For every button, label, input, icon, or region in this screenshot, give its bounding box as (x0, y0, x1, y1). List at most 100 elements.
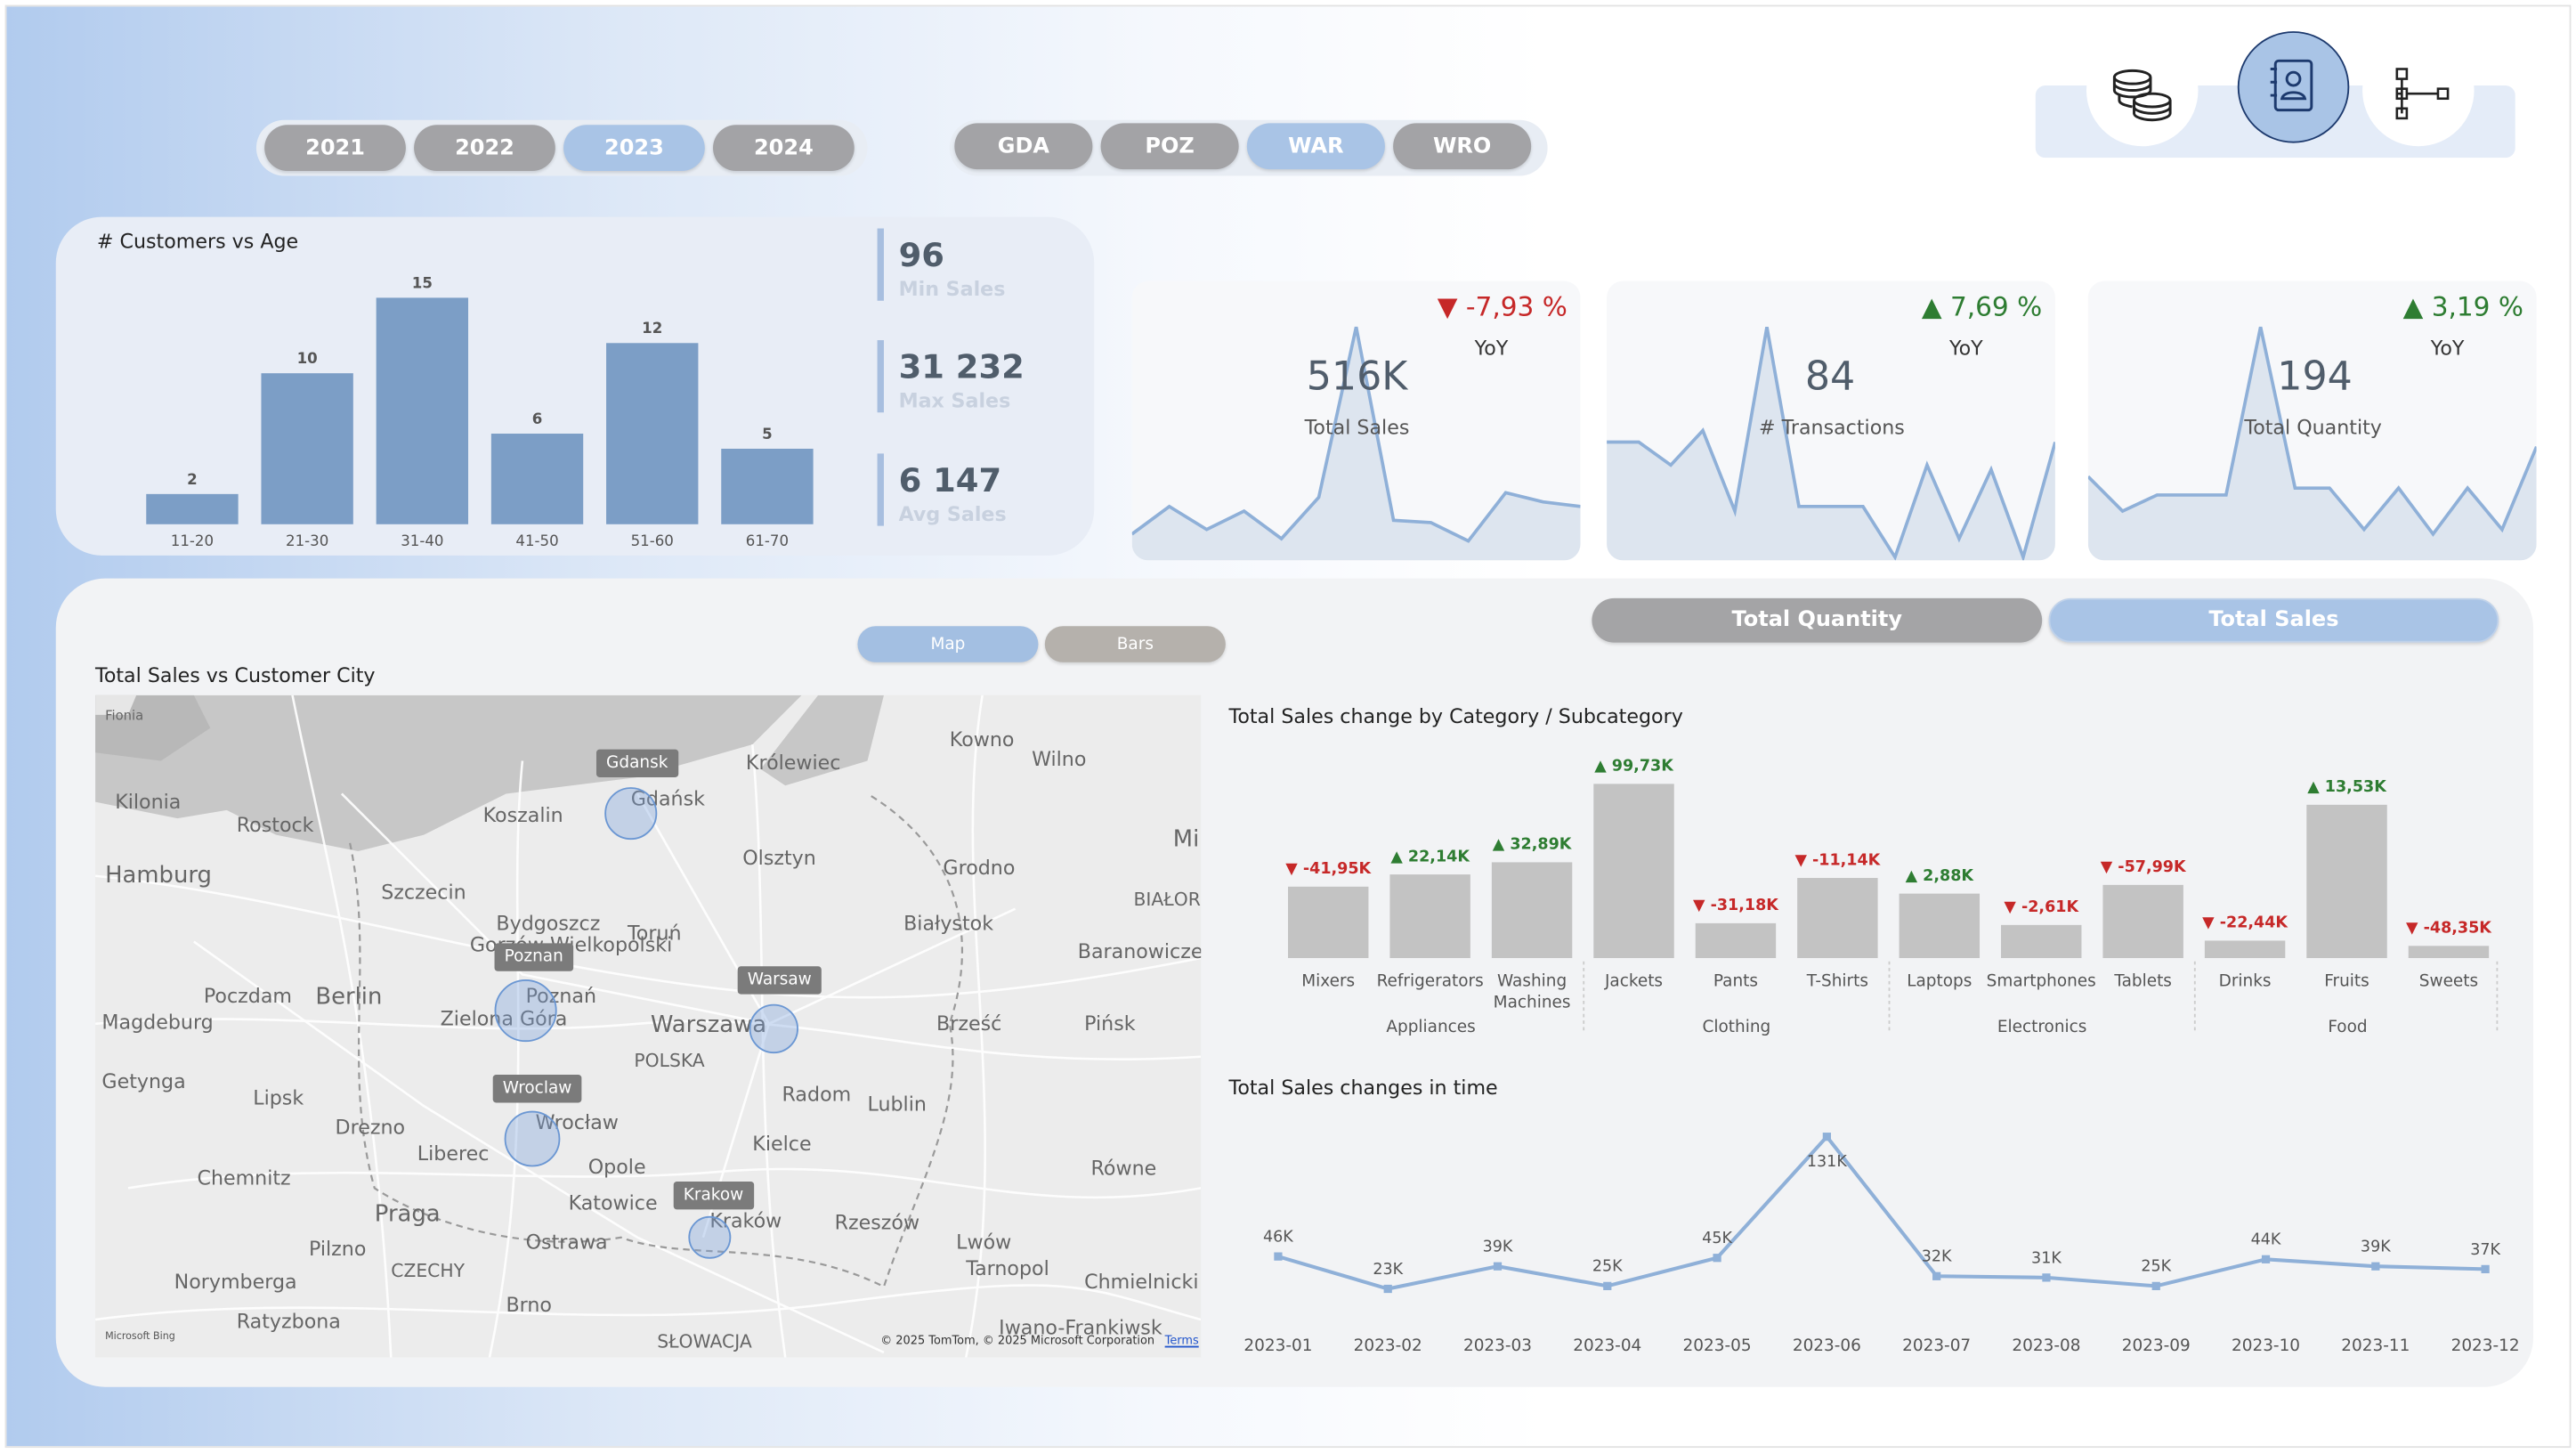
year-button-2021[interactable]: 2021 (264, 125, 406, 171)
category-bar[interactable] (1287, 886, 1369, 959)
category-change-label: ▼ -48,35K (2406, 920, 2492, 938)
kpi-value: 84 (1804, 353, 1856, 400)
kpi-card-1: ▲ 7,69 % YoY 84 # Transactions (1607, 280, 2055, 561)
map-place-label: Mi (1172, 826, 1200, 853)
category-bar[interactable] (2306, 804, 2387, 959)
map-place-label: Drezno (335, 1116, 406, 1140)
map-place-label: Magdeburg (101, 1011, 214, 1034)
map-place-label: Królewiec (745, 751, 841, 775)
kpi-card-2: ▲ 3,19 % YoY 194 Total Quantity (2087, 280, 2537, 561)
city-button-wro[interactable]: WRO (1393, 123, 1532, 170)
time-point[interactable] (1932, 1271, 1941, 1280)
category-change-label: ▲ 22,14K (1390, 848, 1470, 865)
tag-poznan: Poznan (494, 943, 573, 971)
map-place-label: Norymberga (174, 1270, 297, 1294)
category-bar[interactable] (1389, 874, 1470, 959)
max-sales-label: Max Sales (898, 389, 1011, 413)
bubble-poznan[interactable] (494, 979, 557, 1043)
category-bar[interactable] (1593, 784, 1674, 959)
age-bar[interactable] (146, 493, 239, 524)
tag-wroclaw: Wroclaw (492, 1075, 582, 1103)
min-sales-value: 96 (898, 234, 944, 275)
bubble-wroclaw[interactable] (504, 1110, 561, 1167)
year-button-2024[interactable]: 2024 (713, 125, 855, 171)
map-place-label: Rostock (236, 813, 314, 837)
age-bar[interactable] (606, 343, 699, 524)
total-quantity-button[interactable]: Total Quantity (1592, 597, 2043, 643)
category-bar[interactable] (1695, 922, 1777, 959)
time-point[interactable] (2371, 1262, 2380, 1271)
kpi-card-0: ▼ -7,93 % YoY 516K Total Sales (1131, 280, 1581, 561)
map-place-label: CZECHY (391, 1260, 466, 1282)
time-axis-label: 2023-09 (2122, 1336, 2191, 1355)
time-point[interactable] (1493, 1262, 1503, 1271)
time-axis-label: 2023-12 (2451, 1336, 2520, 1355)
subcategory-label: Sweets (2419, 971, 2478, 990)
city-button-gda[interactable]: GDA (954, 123, 1093, 170)
map-place-label: Katowice (568, 1191, 658, 1214)
category-label: Appliances (1386, 1018, 1475, 1036)
time-point[interactable] (1383, 1284, 1392, 1294)
subcategory-label: Smartphones (1987, 971, 2096, 990)
age-bar-label: 15 (412, 274, 433, 291)
time-point[interactable] (2151, 1281, 2160, 1290)
customers-age-chart: 2 11-20 10 21-30 15 31-40 6 41-50 12 51-60 5 61-70 (146, 274, 814, 549)
subcategory-label: Pants (1713, 971, 1758, 990)
arrow-up-icon: ▲ (1921, 290, 1950, 322)
age-bar-label: 6 (532, 410, 543, 427)
category-bar[interactable] (2001, 924, 2082, 959)
map-place-label: Opole (587, 1155, 646, 1179)
subcategory-label: T-Shirts (1806, 971, 1868, 990)
city-button-war[interactable]: WAR (1246, 123, 1385, 170)
map-place-label: Ostrawa (525, 1231, 608, 1255)
category-change-label: ▼ -57,99K (2101, 858, 2187, 876)
age-bar[interactable] (376, 297, 469, 524)
time-point[interactable] (2042, 1273, 2051, 1282)
bubble-warsaw[interactable] (749, 1003, 798, 1054)
time-point[interactable] (1274, 1252, 1283, 1261)
nav-coins[interactable] (2086, 34, 2199, 147)
kpi-change-value: -7,93 % (1465, 290, 1567, 322)
age-bar[interactable] (490, 434, 584, 524)
map-toggle-button[interactable]: Map (857, 626, 1039, 662)
category-bar[interactable] (2204, 940, 2286, 959)
map-place-label: Kowno (949, 727, 1015, 751)
time-point[interactable] (2261, 1255, 2271, 1263)
nav-hierarchy[interactable] (2362, 34, 2475, 147)
time-point-label: 44K (2251, 1231, 2281, 1249)
min-sales-label: Min Sales (898, 277, 1006, 301)
subcategory-label: Machines (1494, 993, 1571, 1011)
copyright-text: © 2025 TomTom, © 2025 Microsoft Corporat… (880, 1334, 1155, 1348)
category-bar[interactable] (2102, 884, 2183, 959)
time-series-line[interactable] (1277, 1133, 2486, 1291)
year-button-2022[interactable]: 2022 (414, 125, 555, 171)
category-label: Clothing (1703, 1018, 1771, 1036)
map-view[interactable]: Fionia Kilonia Rostock Hamburg Koszalin Gdańs… (95, 695, 1202, 1358)
category-change-label: ▼ -31,18K (1693, 897, 1779, 914)
category-bar[interactable] (1491, 862, 1573, 959)
city-button-poz[interactable]: POZ (1100, 123, 1239, 170)
dashboard-canvas: 2021 2022 2023 2024 GDA POZ WAR WRO # Customer… (4, 4, 2572, 1449)
time-point[interactable] (1713, 1254, 1721, 1263)
age-bar-label: 10 (297, 350, 318, 367)
bars-toggle-button[interactable]: Bars (1044, 626, 1226, 662)
time-point[interactable] (1603, 1281, 1612, 1290)
category-bar[interactable] (1899, 893, 1981, 959)
time-point[interactable] (2481, 1264, 2490, 1273)
map-place-label: Wilno (1032, 747, 1087, 771)
nav-contacts[interactable] (2237, 31, 2350, 143)
bubble-gdansk[interactable] (604, 787, 658, 841)
category-change-label: ▲ 99,73K (1594, 758, 1674, 776)
map-place-label: Grodno (943, 856, 1016, 880)
terms-link[interactable]: Terms (1165, 1335, 1199, 1348)
time-axis-label: 2023-04 (1573, 1336, 1641, 1355)
category-bar[interactable] (2408, 946, 2490, 959)
age-bar[interactable] (721, 448, 814, 524)
age-bar[interactable] (261, 373, 353, 524)
time-point[interactable] (1822, 1133, 1831, 1141)
total-sales-button[interactable]: Total Sales (2048, 597, 2499, 643)
time-point-label: 45K (1702, 1230, 1732, 1247)
category-bar[interactable] (1797, 878, 1878, 959)
bubble-krakow[interactable] (688, 1215, 732, 1259)
year-button-2023[interactable]: 2023 (563, 125, 705, 171)
